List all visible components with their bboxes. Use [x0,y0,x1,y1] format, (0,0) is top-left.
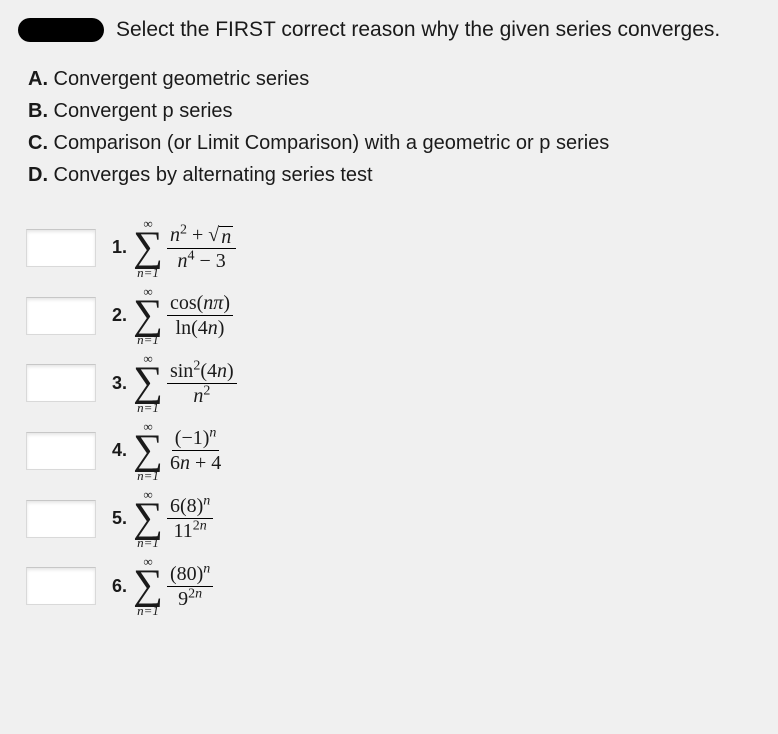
sigma-lower: n=1 [137,604,159,617]
answer-input[interactable] [26,364,96,402]
question-number: 3. [112,373,127,394]
denominator: ln(4n) [173,316,228,339]
sigma-symbol: ∑ [133,501,163,537]
fraction: (−1)n6n + 4 [167,427,224,474]
sigma-symbol: ∑ [133,298,163,334]
sigma-symbol: ∑ [133,433,163,469]
fraction: (80)n92n [167,563,213,610]
sigma: ∞∑n=1 [133,488,163,550]
sigma: ∞∑n=1 [133,217,163,279]
option-row: D. Converges by alternating series test [28,160,760,191]
series-formula: ∞∑n=1(80)n92n [133,555,213,617]
sigma: ∞∑n=1 [133,352,163,414]
numerator: (80)n [167,563,213,587]
series-formula: ∞∑n=1(−1)n6n + 4 [133,420,224,482]
sigma-symbol: ∑ [133,230,163,266]
fraction: sin2(4n)n2 [167,360,237,407]
question-row: 5. ∞∑n=16(8)n112n [26,488,760,550]
sigma-symbol: ∑ [133,365,163,401]
denominator: 92n [175,587,205,610]
question-number: 5. [112,508,127,529]
option-row: A. Convergent geometric series [28,64,760,95]
options-list: A. Convergent geometric seriesB. Converg… [28,64,760,191]
answer-input[interactable] [26,500,96,538]
sigma: ∞∑n=1 [133,420,163,482]
question-row: 4.∞∑n=1(−1)n6n + 4 [26,420,760,482]
option-row: B. Convergent p series [28,96,760,127]
option-text: Convergent p series [48,100,233,122]
numerator: n2 + n [167,224,236,249]
option-letter: A. [28,68,48,90]
denominator: 112n [171,519,210,542]
series-formula: ∞∑n=1cos(nπ)ln(4n) [133,285,233,347]
option-row: C. Comparison (or Limit Comparison) with… [28,128,760,159]
series-formula: ∞∑n=1sin2(4n)n2 [133,352,237,414]
sigma-lower: n=1 [137,266,159,279]
sigma-lower: n=1 [137,333,159,346]
fraction: 6(8)n112n [167,495,213,542]
answer-input[interactable] [26,567,96,605]
option-letter: D. [28,164,48,186]
denominator: n2 [190,384,213,407]
question-number: 6. [112,576,127,597]
question-number: 4. [112,440,127,461]
question-row: 1. ∞∑n=1n2 + nn4 − 3 [26,217,760,279]
option-letter: C. [28,132,48,154]
denominator: 6n + 4 [167,451,224,474]
option-text: Convergent geometric series [48,68,309,90]
question-number: 2. [112,305,127,326]
redaction-mark [18,18,104,42]
sigma-symbol: ∑ [133,568,163,604]
question-row: 2. ∞∑n=1cos(nπ)ln(4n) [26,285,760,347]
numerator: 6(8)n [167,495,213,519]
option-letter: B. [28,100,48,122]
numerator: sin2(4n) [167,360,237,384]
fraction: cos(nπ)ln(4n) [167,292,233,339]
answer-input[interactable] [26,229,96,267]
option-text: Comparison (or Limit Comparison) with a … [48,132,609,154]
sigma-lower: n=1 [137,401,159,414]
series-formula: ∞∑n=1n2 + nn4 − 3 [133,217,236,279]
prompt-text: Select the FIRST correct reason why the … [116,18,720,42]
answer-input[interactable] [26,432,96,470]
header: Select the FIRST correct reason why the … [18,16,760,42]
sigma-lower: n=1 [137,469,159,482]
series-formula: ∞∑n=16(8)n112n [133,488,213,550]
question-row: 3. ∞∑n=1sin2(4n)n2 [26,352,760,414]
sigma: ∞∑n=1 [133,555,163,617]
option-text: Converges by alternating series test [48,164,373,186]
sigma: ∞∑n=1 [133,285,163,347]
question-number: 1. [112,237,127,258]
answer-input[interactable] [26,297,96,335]
denominator: n4 − 3 [174,249,228,272]
questions-list: 1.∞∑n=1n2 + nn4 − 32.∞∑n=1cos(nπ)ln(4n)3… [26,217,760,617]
question-row: 6. ∞∑n=1(80)n92n [26,555,760,617]
fraction: n2 + nn4 − 3 [167,224,236,272]
numerator: (−1)n [172,427,220,451]
numerator: cos(nπ) [167,292,233,316]
sigma-lower: n=1 [137,536,159,549]
